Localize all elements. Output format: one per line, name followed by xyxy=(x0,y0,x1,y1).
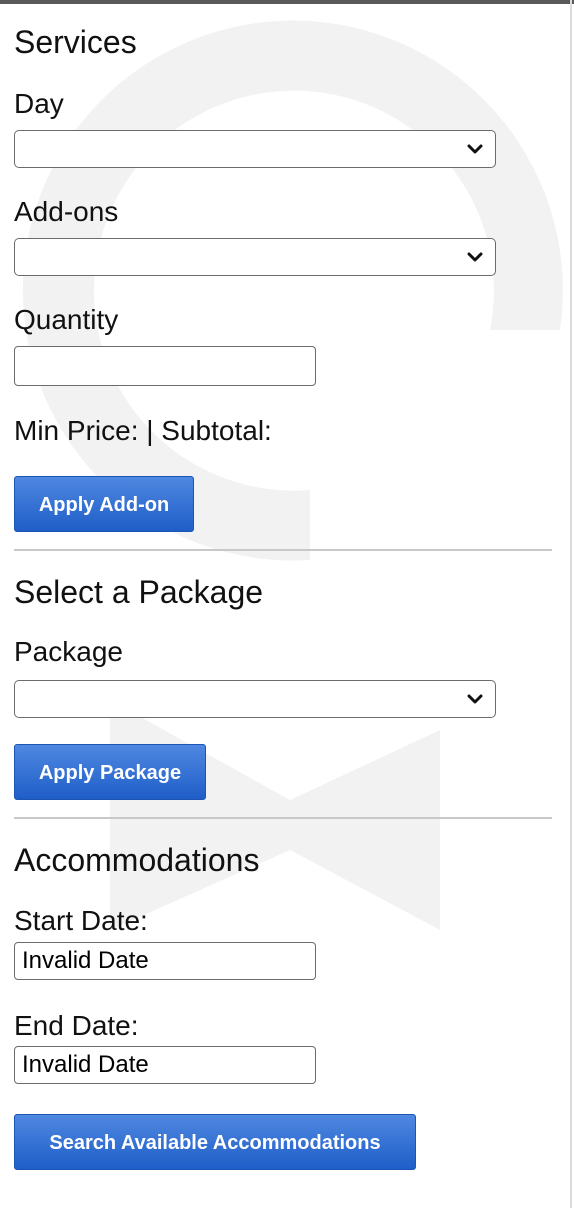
accommodations-heading: Accommodations xyxy=(14,842,260,878)
chevron-down-icon xyxy=(467,252,483,262)
addons-label: Add-ons xyxy=(14,196,119,227)
price-summary: Min Price: | Subtotal: xyxy=(14,415,272,446)
quantity-label: Quantity xyxy=(14,304,119,335)
apply-package-button[interactable]: Apply Package xyxy=(14,744,206,800)
package-heading: Select a Package xyxy=(14,574,264,610)
package-label: Package xyxy=(14,636,123,667)
section-divider xyxy=(14,817,552,819)
services-heading: Services xyxy=(14,24,137,60)
addons-select[interactable] xyxy=(14,238,496,276)
day-label: Day xyxy=(14,88,64,119)
chevron-down-icon xyxy=(467,694,483,704)
day-select[interactable] xyxy=(14,130,496,168)
search-accommodations-button[interactable]: Search Available Accommodations xyxy=(14,1114,416,1170)
section-divider xyxy=(14,549,552,551)
start-date-input[interactable]: Invalid Date xyxy=(14,942,316,980)
chevron-down-icon xyxy=(467,144,483,154)
end-date-label: End Date: xyxy=(14,1010,139,1041)
apply-addon-button[interactable]: Apply Add-on xyxy=(14,476,194,532)
package-select[interactable] xyxy=(14,680,496,718)
start-date-label: Start Date: xyxy=(14,905,148,936)
quantity-input[interactable] xyxy=(14,346,316,386)
end-date-input[interactable]: Invalid Date xyxy=(14,1046,316,1084)
